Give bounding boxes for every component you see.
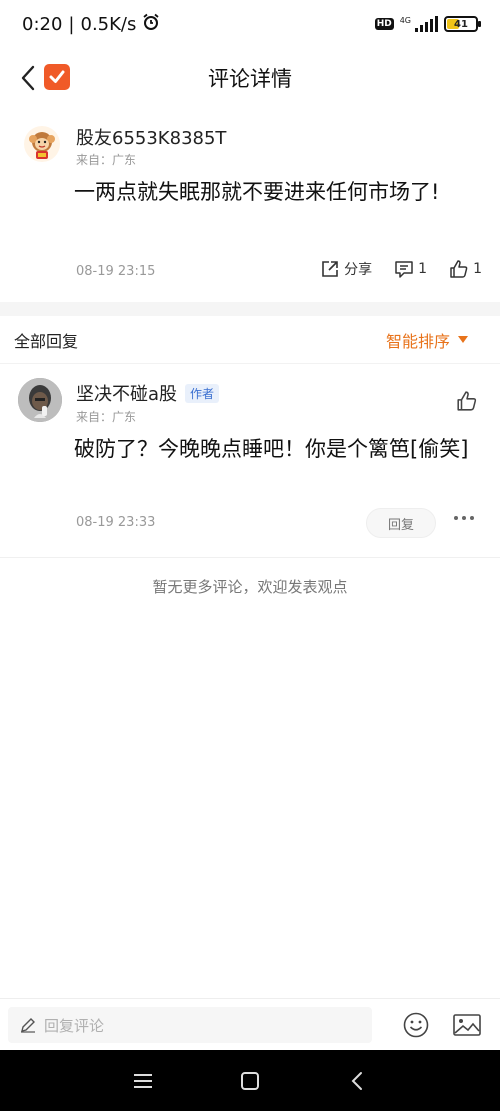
header: 评论详情 [0, 52, 500, 104]
share-label: 分享 [344, 262, 373, 278]
comment-actions: 分享 1 1 [320, 259, 482, 279]
home-nav-button[interactable] [230, 1061, 270, 1101]
thumbs-up-icon [450, 260, 468, 278]
input-bar: 回复评论 [0, 998, 500, 1050]
sort-dropdown[interactable]: 智能排序 [386, 328, 468, 352]
comment-icon [395, 261, 413, 278]
reply-username[interactable]: 坚决不碰a股 [76, 380, 177, 406]
avatar[interactable] [24, 126, 60, 162]
like-count: 1 [473, 261, 482, 277]
emoji-icon [403, 1012, 429, 1038]
divider [0, 557, 500, 558]
status-bar: 0:20 | 0.5K/s HD 4G 41 [0, 0, 500, 48]
image-button[interactable] [452, 1011, 482, 1039]
back-nav-button[interactable] [337, 1061, 377, 1101]
comment-count: 1 [418, 261, 428, 277]
home-square-icon [240, 1071, 259, 1090]
monkey-avatar-icon [29, 132, 55, 159]
like-button[interactable]: 1 [449, 259, 482, 279]
comment-time: 08-19 23:15 [76, 264, 156, 279]
back-icon [351, 1071, 362, 1090]
pencil-icon [21, 1018, 35, 1033]
page-title: 评论详情 [208, 67, 292, 91]
menu-icon [134, 1073, 153, 1088]
battery-icon: 41 [444, 16, 481, 32]
thumbs-up-icon [457, 391, 477, 411]
system-nav-bar [0, 1050, 500, 1111]
replies-header: 全部回复 智能排序 [0, 316, 500, 364]
avatar[interactable] [18, 378, 62, 422]
reply-button[interactable]: 回复 [366, 508, 436, 538]
net-speed: 0.5K/s [80, 13, 137, 35]
image-icon [453, 1014, 481, 1036]
reply-text: 破防了？今晚晚点睡吧！你是个篱笆[偷笑] [74, 437, 469, 461]
reply-input-placeholder: 回复评论 [44, 1016, 105, 1035]
comment-username[interactable]: 股友6553K8385T [76, 124, 226, 150]
no-more-comments: 暂无更多评论，欢迎发表观点 [152, 578, 348, 596]
alarm-icon [142, 13, 160, 36]
hd-icon: HD [374, 18, 394, 30]
share-icon [322, 261, 338, 277]
more-options-icon[interactable] [454, 516, 474, 520]
comment-text: 一两点就失眠那就不要进来任何市场了! [74, 180, 440, 204]
chevron-left-icon [21, 65, 35, 91]
caret-down-icon [458, 336, 468, 343]
comment-location: 来自：广东 [76, 153, 137, 167]
list-item: 坚决不碰a股 作者 来自：广东 破防了？今晚晚点睡吧！你是个篱笆[偷笑] 08-… [0, 366, 500, 556]
reply-location: 来自：广东 [76, 410, 137, 424]
signal-icon: 4G [400, 16, 438, 32]
app-logo-icon [44, 64, 70, 90]
author-badge: 作者 [185, 383, 220, 403]
back-button[interactable] [14, 62, 42, 94]
comment-count-button[interactable]: 1 [394, 259, 427, 279]
status-time: 0:20 [22, 13, 63, 35]
reply-input[interactable]: 回复评论 [8, 1007, 372, 1043]
menu-nav-button[interactable] [123, 1061, 163, 1101]
reply-time: 08-19 23:33 [76, 515, 156, 530]
sort-label: 智能排序 [385, 331, 450, 351]
emoji-button[interactable] [402, 1011, 430, 1039]
share-button[interactable]: 分享 [320, 259, 372, 279]
all-replies-label: 全部回复 [14, 331, 79, 351]
section-divider [0, 302, 500, 316]
reply-like-button[interactable] [456, 390, 478, 416]
reply-username-row: 坚决不碰a股 作者 [76, 380, 220, 406]
person-avatar-icon [18, 378, 62, 422]
main-comment: 股友6553K8385T 来自：广东 一两点就失眠那就不要进来任何市场了! 08… [0, 118, 500, 302]
